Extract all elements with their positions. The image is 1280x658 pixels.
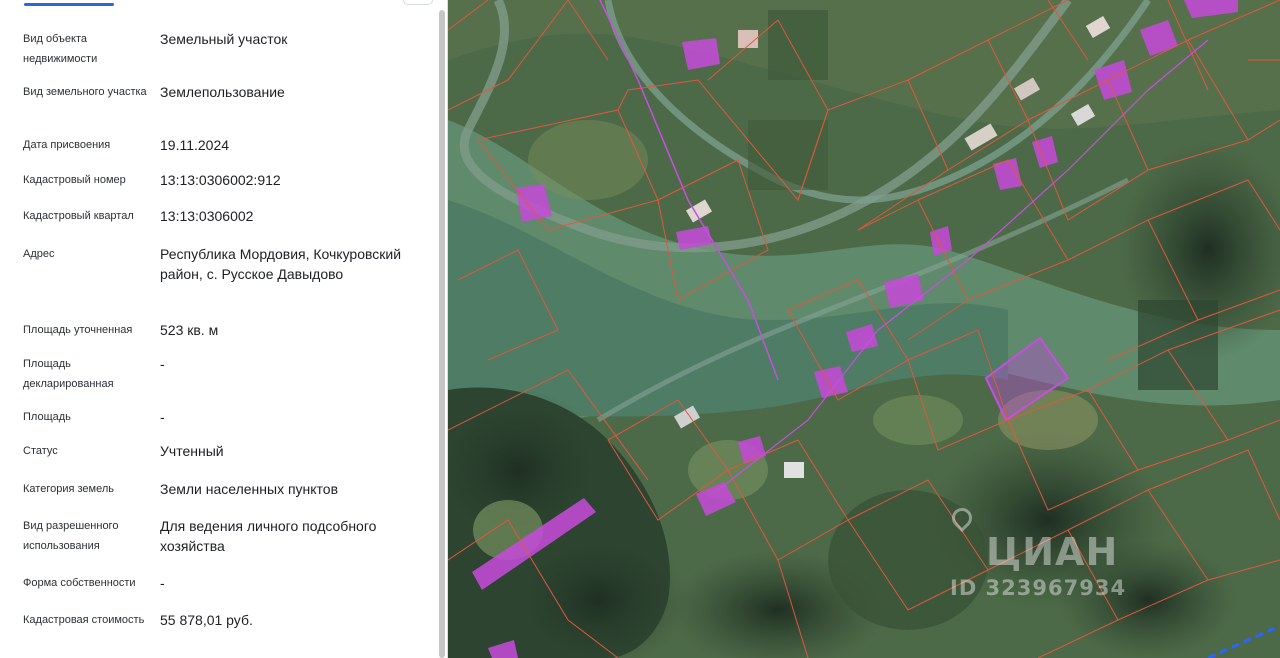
panel-tab-strip — [0, 0, 447, 8]
tree-cluster — [1058, 540, 1238, 658]
property-label: Категория земель — [23, 483, 114, 495]
field-patch — [528, 120, 648, 200]
property-value: Учтенный — [160, 443, 224, 459]
property-value: 523 кв. м — [160, 322, 219, 338]
property-value: 55 878,01 руб. — [160, 612, 253, 628]
property-value: Республика Мордовия, Кочкуровский район,… — [160, 246, 402, 282]
property-label: Статус — [23, 445, 58, 457]
property-label: Адрес — [23, 248, 55, 260]
property-value: - — [160, 356, 165, 372]
property-label: Форма собственности — [23, 577, 136, 589]
property-label: Кадастровый номер — [23, 174, 126, 186]
panel-toggle-button[interactable] — [403, 0, 433, 5]
property-value: Земельный участок — [160, 31, 288, 47]
property-value: - — [160, 409, 165, 425]
property-value: 19.11.2024 — [160, 137, 230, 153]
property-value[interactable]: 13:13:0306002 — [160, 206, 422, 226]
property-label: Вид объекта недвижимости — [23, 33, 98, 65]
property-info-panel: Вид объекта недвижимости Земельный участ… — [0, 0, 448, 658]
satellite-map[interactable] — [448, 0, 1280, 658]
property-value: Земли населенных пунктов — [160, 481, 339, 497]
property-label: Кадастровый квартал — [23, 210, 134, 222]
map-canvas[interactable] — [448, 0, 1280, 658]
active-tab-indicator[interactable] — [24, 3, 114, 6]
property-label: Площадь — [23, 411, 71, 423]
property-label: Кадастровая стоимость — [23, 614, 145, 626]
garden-plot — [1138, 300, 1218, 390]
panel-scrollbar-thumb[interactable] — [439, 10, 445, 658]
property-value: - — [160, 575, 165, 591]
property-label: Площадь декларированная — [23, 358, 114, 390]
tree-cluster — [873, 395, 963, 445]
property-value[interactable]: 13:13:0306002:912 — [160, 170, 422, 190]
property-value: Землепользование — [160, 84, 285, 100]
tree-cluster — [828, 490, 988, 630]
property-label: Дата присвоения — [23, 139, 111, 151]
shed-roof — [784, 462, 804, 478]
property-label: Площадь уточненная — [23, 324, 133, 336]
property-value: Для ведения личного подсобного хозяйства — [160, 518, 377, 554]
property-label: Вид разрешенного использования — [23, 520, 119, 552]
property-label: Вид земельного участка — [23, 86, 147, 98]
